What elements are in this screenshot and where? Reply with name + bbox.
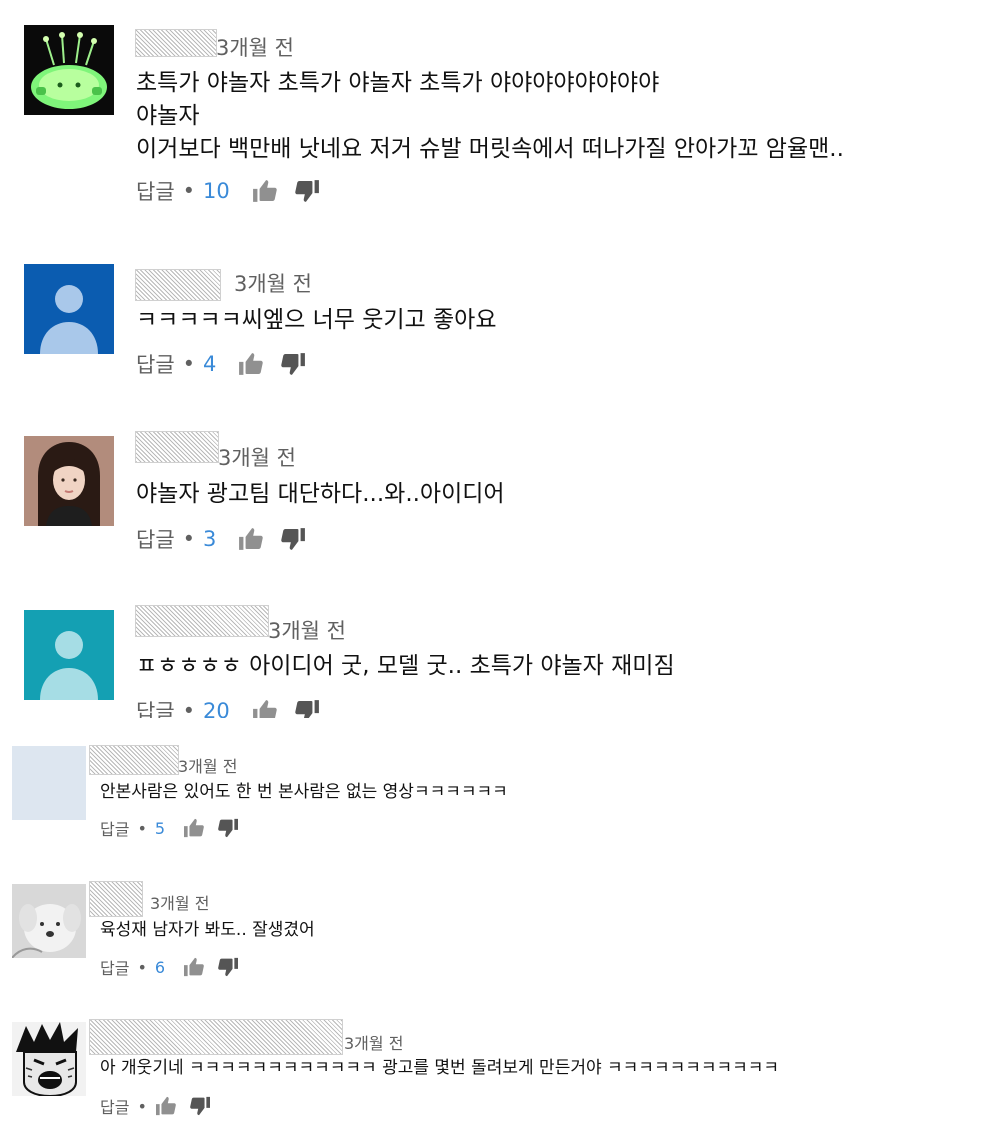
username-redacted[interactable] (135, 29, 217, 57)
thumbs-up-icon[interactable] (238, 527, 264, 551)
comment-time: 3개월 전 (234, 272, 312, 296)
like-count: 20 (203, 699, 230, 718)
comment-actions: 답글 • 10 (136, 176, 320, 206)
comment-text-line: 야놀자 (136, 103, 200, 129)
username-redacted[interactable] (135, 431, 219, 463)
comment-text-line: 이거보다 백만배 낫네요 저거 슈발 머릿속에서 떠나가질 안아가꼬 암율맨.. (136, 136, 844, 162)
comment-actions: 답글 • 3 (136, 524, 306, 554)
reply-button[interactable]: 답글 (136, 524, 175, 554)
photo-avatar-woman[interactable] (24, 436, 114, 526)
comment-time: 3개월 전 (150, 894, 210, 913)
separator-dot: • (182, 352, 196, 376)
thumbs-down-icon[interactable] (189, 1096, 211, 1116)
dog-avatar[interactable] (12, 884, 86, 958)
username-redacted[interactable] (89, 745, 179, 775)
username-redacted[interactable] (135, 269, 221, 301)
thumbs-down-icon[interactable] (280, 352, 306, 376)
comment-text-line: ㅍㅎㅎㅎㅎ 아이디어 굿, 모델 굿.. 초특가 야놀자 재미짐 (136, 653, 675, 679)
comment-time: 3개월 전 (178, 757, 238, 776)
reply-button[interactable]: 답글 (100, 955, 129, 979)
thumbs-up-icon[interactable] (183, 957, 205, 977)
thumbs-down-icon[interactable] (294, 699, 320, 718)
separator-dot: • (182, 527, 196, 551)
comment-text-line: 초특가 야놀자 초특가 야놀자 초특가 야야야야야야야야 (136, 70, 660, 96)
comment-4: 3개월 전 ㅍㅎㅎㅎㅎ 아이디어 굿, 모델 굿.. 초특가 야놀자 재미짐 답… (0, 600, 990, 718)
username-redacted[interactable] (89, 1019, 343, 1055)
comment-text-line: 육성재 남자가 봐도.. 잘생겼어 (100, 920, 315, 940)
comment-1: 3개월 전 초특가 야놀자 초특가 야놀자 초특가 야야야야야야야야 야놀자 이… (0, 0, 990, 230)
comment-actions: 답글 • (100, 1094, 211, 1118)
thumbs-down-icon[interactable] (280, 527, 306, 551)
manga-avatar[interactable] (12, 1022, 86, 1096)
reply-button[interactable]: 답글 (100, 1094, 129, 1118)
username-redacted[interactable] (89, 881, 143, 917)
comment-actions: 답글 • 4 (136, 349, 306, 379)
thumbs-down-icon[interactable] (217, 818, 239, 838)
comment-text-line: 안본사람은 있어도 한 번 본사람은 없는 영상ㅋㅋㅋㅋㅋㅋ (100, 782, 508, 802)
default-avatar-blue[interactable] (24, 264, 114, 354)
thumbs-up-icon[interactable] (238, 352, 264, 376)
thumbs-down-icon[interactable] (294, 179, 320, 203)
default-avatar-teal[interactable] (24, 610, 114, 700)
alien-avatar[interactable] (24, 25, 114, 115)
like-count: 3 (203, 527, 217, 551)
comment-time: 3개월 전 (344, 1034, 404, 1053)
comment-time: 3개월 전 (268, 619, 346, 643)
separator-dot: • (182, 179, 196, 203)
blank-avatar[interactable] (12, 746, 86, 820)
like-count: 5 (154, 818, 166, 838)
comment-time: 3개월 전 (216, 36, 294, 60)
reply-button[interactable]: 답글 (136, 349, 175, 379)
reply-button[interactable]: 답글 (136, 176, 175, 206)
like-count: 6 (154, 957, 166, 977)
thumbs-up-icon[interactable] (183, 818, 205, 838)
thumbs-down-icon[interactable] (217, 957, 239, 977)
comment-time: 3개월 전 (218, 446, 296, 470)
comment-text-line: 야놀자 광고팀 대단하다...와..아이디어 (136, 481, 505, 507)
like-count: 4 (203, 352, 217, 376)
reply-button[interactable]: 답글 (136, 696, 175, 718)
thumbs-up-icon[interactable] (252, 699, 278, 718)
separator-dot: • (137, 818, 147, 838)
like-count: 10 (203, 179, 230, 203)
username-redacted[interactable] (135, 605, 269, 637)
separator-dot: • (182, 699, 196, 718)
separator-dot: • (137, 1096, 147, 1116)
comment-7: 3개월 전 아 개웃기네 ㅋㅋㅋㅋㅋㅋㅋㅋㅋㅋㅋㅋ 광고를 몇번 돌려보게 만든… (0, 0, 990, 1117)
thumbs-up-icon[interactable] (155, 1096, 177, 1116)
comment-actions: 답글 • 5 (100, 816, 239, 840)
reply-button[interactable]: 답글 (100, 816, 129, 840)
comment-text-line: 아 개웃기네 ㅋㅋㅋㅋㅋㅋㅋㅋㅋㅋㅋㅋ 광고를 몇번 돌려보게 만든거야 ㅋㅋㅋ… (100, 1058, 780, 1078)
comment-actions: 답글 • 20 (136, 696, 320, 718)
comment-actions: 답글 • 6 (100, 955, 239, 979)
thumbs-up-icon[interactable] (252, 179, 278, 203)
separator-dot: • (137, 957, 147, 977)
comment-text-line: ㅋㅋㅋㅋㅋ씨엪으 너무 웃기고 좋아요 (136, 307, 497, 333)
